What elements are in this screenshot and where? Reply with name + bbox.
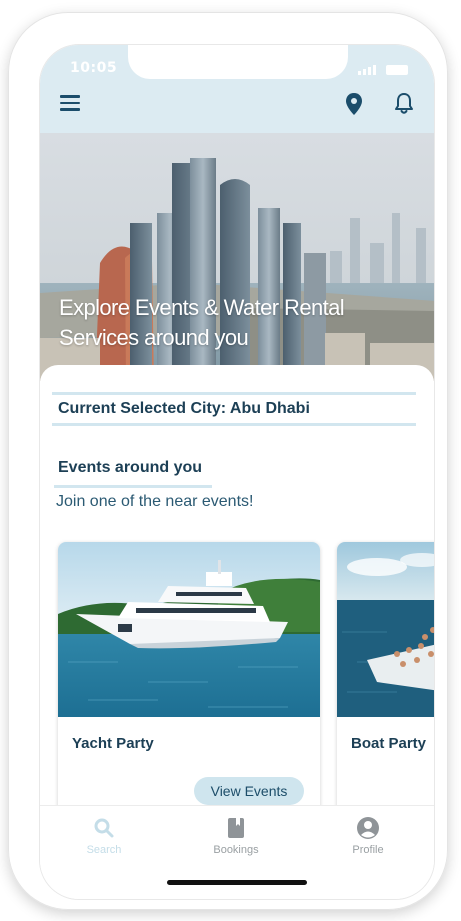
selected-city-box[interactable]: Current Selected City: Abu Dhabi — [52, 392, 416, 426]
main-content: Current Selected City: Abu Dhabi Events … — [40, 365, 434, 822]
hero-banner: Explore Events & Water Rental Services a… — [40, 133, 434, 381]
bottom-navigation: Search Bookings Profile — [40, 805, 434, 899]
book-icon — [228, 818, 244, 838]
phone-frame: 10:05 Explore Events & Water Rental Serv… — [8, 12, 448, 910]
yacht-photo — [58, 542, 320, 717]
profile-icon — [357, 817, 379, 839]
app-screen: 10:05 Explore Events & Water Rental Serv… — [39, 44, 435, 900]
home-indicator[interactable] — [167, 880, 307, 885]
selected-city-label: Current Selected City: Abu Dhabi — [58, 400, 310, 417]
app-header: 10:05 — [40, 45, 434, 133]
battery-icon — [386, 65, 408, 75]
section-divider — [54, 485, 212, 488]
event-card-boat-party[interactable]: Boat Party — [337, 542, 434, 822]
nav-label-profile: Profile — [352, 844, 384, 856]
nav-label-bookings: Bookings — [213, 844, 259, 856]
search-icon — [94, 818, 114, 838]
nav-item-search[interactable]: Search — [64, 816, 144, 856]
nav-item-bookings[interactable]: Bookings — [196, 816, 276, 856]
hamburger-menu-icon[interactable] — [60, 95, 80, 111]
bell-icon[interactable] — [393, 91, 415, 117]
event-card-title: Boat Party — [351, 735, 427, 752]
events-section-subtitle: Join one of the near events! — [56, 493, 254, 510]
location-pin-icon[interactable] — [343, 91, 365, 117]
boat-party-photo — [337, 542, 434, 717]
event-card-title: Yacht Party — [72, 735, 154, 752]
events-section-title: Events around you — [58, 459, 203, 476]
view-events-button[interactable]: View Events — [194, 777, 304, 805]
status-time: 10:05 — [70, 60, 118, 76]
hero-title: Explore Events & Water Rental Services a… — [59, 295, 345, 350]
signal-icon — [358, 65, 376, 75]
nav-label-search: Search — [86, 844, 122, 856]
event-card-yacht-party[interactable]: Yacht Party View Events — [58, 542, 320, 822]
device-notch — [128, 45, 348, 79]
nav-item-profile[interactable]: Profile — [328, 816, 408, 856]
